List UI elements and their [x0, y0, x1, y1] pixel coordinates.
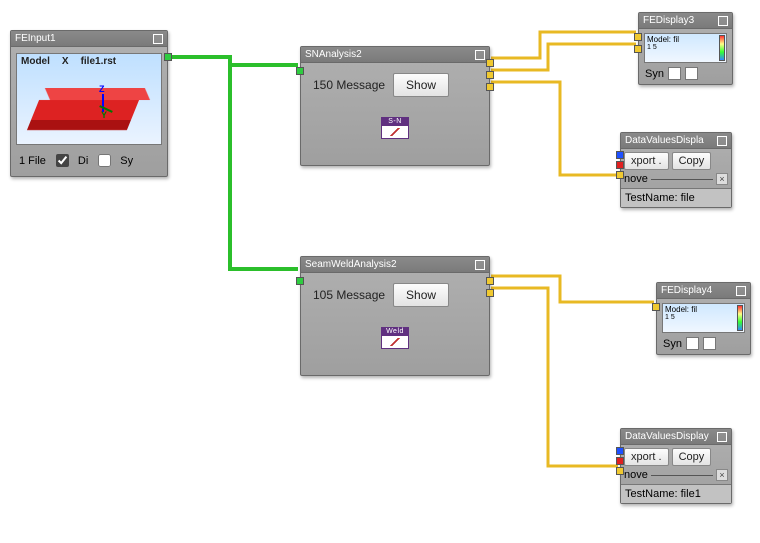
mini-sub: 1 5 — [665, 314, 742, 321]
syn-label: Syn — [645, 68, 664, 80]
input-port[interactable] — [296, 67, 304, 75]
input-port-2[interactable] — [616, 457, 624, 465]
syn-check-2[interactable] — [685, 67, 698, 80]
datavalues4-node[interactable]: DataValuesDisplay4 xport . Copy nove × T… — [620, 428, 732, 504]
weld-glyph-icon: Weld — [381, 327, 409, 349]
model-label: Model — [21, 56, 50, 67]
seamweld-titlebar[interactable]: SeamWeldAnalysis2 — [301, 257, 489, 273]
show-button[interactable]: Show — [393, 73, 449, 97]
feinput1-titlebar[interactable]: FEInput1 — [11, 31, 167, 47]
sn-analysis-node[interactable]: SNAnalysis2 150 Message Show S-N — [300, 46, 490, 166]
input-port-2[interactable] — [616, 161, 624, 169]
syn-check-1[interactable] — [668, 67, 681, 80]
fedisplay3-node[interactable]: FEDisplay3 Model: fil 1 5 Syn — [638, 12, 733, 85]
test-name: TestName: file — [621, 188, 731, 207]
sn-analysis-titlebar[interactable]: SNAnalysis2 — [301, 47, 489, 63]
window-control-icon[interactable] — [718, 16, 728, 26]
output-port-2[interactable] — [486, 71, 494, 79]
model-preview[interactable]: Model X file1.rst Z Y — [16, 53, 162, 145]
move-label: nove — [624, 469, 648, 481]
close-icon[interactable]: × — [716, 469, 728, 481]
value-field[interactable] — [651, 179, 713, 180]
input-port-2[interactable] — [634, 45, 642, 53]
export-button[interactable]: xport . — [624, 448, 669, 466]
input-port[interactable] — [296, 277, 304, 285]
fedisplay3-titlebar[interactable]: FEDisplay3 — [639, 13, 732, 29]
datavalues4-title: DataValuesDisplay4 — [625, 429, 709, 445]
mini-preview[interactable]: Model: fil 1 5 — [644, 33, 727, 63]
input-port-1[interactable] — [634, 33, 642, 41]
value-field[interactable] — [651, 475, 713, 476]
show-button[interactable]: Show — [393, 283, 449, 307]
mini-caption: Model: fil — [665, 305, 742, 314]
sy-checkbox[interactable] — [98, 154, 111, 167]
feinput1-node[interactable]: FEInput1 Model X file1.rst Z Y 1 File Di… — [10, 30, 168, 177]
datavalues3-title: DataValuesDispla — [625, 133, 704, 149]
model-3d-icon — [27, 100, 139, 130]
message-count: 150 Message — [313, 78, 385, 92]
window-control-icon[interactable] — [736, 286, 746, 296]
fedisplay3-title: FEDisplay3 — [643, 13, 694, 29]
copy-button[interactable]: Copy — [672, 152, 712, 170]
mini-sub: 1 5 — [647, 44, 724, 51]
feinput1-title: FEInput1 — [15, 31, 56, 47]
color-scale-icon — [737, 305, 743, 331]
output-port-1[interactable] — [486, 277, 494, 285]
filename-label: file1.rst — [81, 56, 117, 67]
sy-label: Sy — [120, 155, 133, 167]
file-count: 1 File — [19, 155, 46, 167]
seamweld-node[interactable]: SeamWeldAnalysis2 105 Message Show Weld — [300, 256, 490, 376]
di-label: Di — [78, 155, 88, 167]
color-scale-icon — [719, 35, 725, 61]
syn-check-1[interactable] — [686, 337, 699, 350]
output-port-3[interactable] — [486, 83, 494, 91]
window-control-icon[interactable] — [153, 34, 163, 44]
syn-label: Syn — [663, 338, 682, 350]
test-name: TestName: file1 — [621, 484, 731, 503]
x-axis-label: X — [62, 56, 69, 67]
datavalues3-titlebar[interactable]: DataValuesDispla — [621, 133, 731, 149]
window-control-icon[interactable] — [717, 432, 727, 442]
fedisplay4-titlebar[interactable]: FEDisplay4 — [657, 283, 750, 299]
datavalues4-titlebar[interactable]: DataValuesDisplay4 — [621, 429, 731, 445]
input-port-1[interactable] — [616, 447, 624, 455]
syn-check-2[interactable] — [703, 337, 716, 350]
input-port-1[interactable] — [616, 151, 624, 159]
output-port[interactable] — [164, 53, 172, 61]
seamweld-title: SeamWeldAnalysis2 — [305, 257, 397, 273]
fedisplay4-node[interactable]: FEDisplay4 Model: fil 1 5 Syn — [656, 282, 751, 355]
sn-glyph-icon: S-N — [381, 117, 409, 139]
input-port[interactable] — [652, 303, 660, 311]
output-port-1[interactable] — [486, 59, 494, 67]
output-port-2[interactable] — [486, 289, 494, 297]
window-control-icon[interactable] — [717, 136, 727, 146]
window-control-icon[interactable] — [475, 260, 485, 270]
input-port-3[interactable] — [616, 171, 624, 179]
export-button[interactable]: xport . — [624, 152, 669, 170]
sn-analysis-title: SNAnalysis2 — [305, 47, 362, 63]
close-icon[interactable]: × — [716, 173, 728, 185]
mini-preview[interactable]: Model: fil 1 5 — [662, 303, 745, 333]
datavalues3-node[interactable]: DataValuesDispla xport . Copy nove × Tes… — [620, 132, 732, 208]
di-checkbox[interactable] — [56, 154, 69, 167]
copy-button[interactable]: Copy — [672, 448, 712, 466]
input-port-3[interactable] — [616, 467, 624, 475]
message-count: 105 Message — [313, 288, 385, 302]
fedisplay4-title: FEDisplay4 — [661, 283, 712, 299]
mini-caption: Model: fil — [647, 35, 724, 44]
window-control-icon[interactable] — [475, 50, 485, 60]
move-label: nove — [624, 173, 648, 185]
